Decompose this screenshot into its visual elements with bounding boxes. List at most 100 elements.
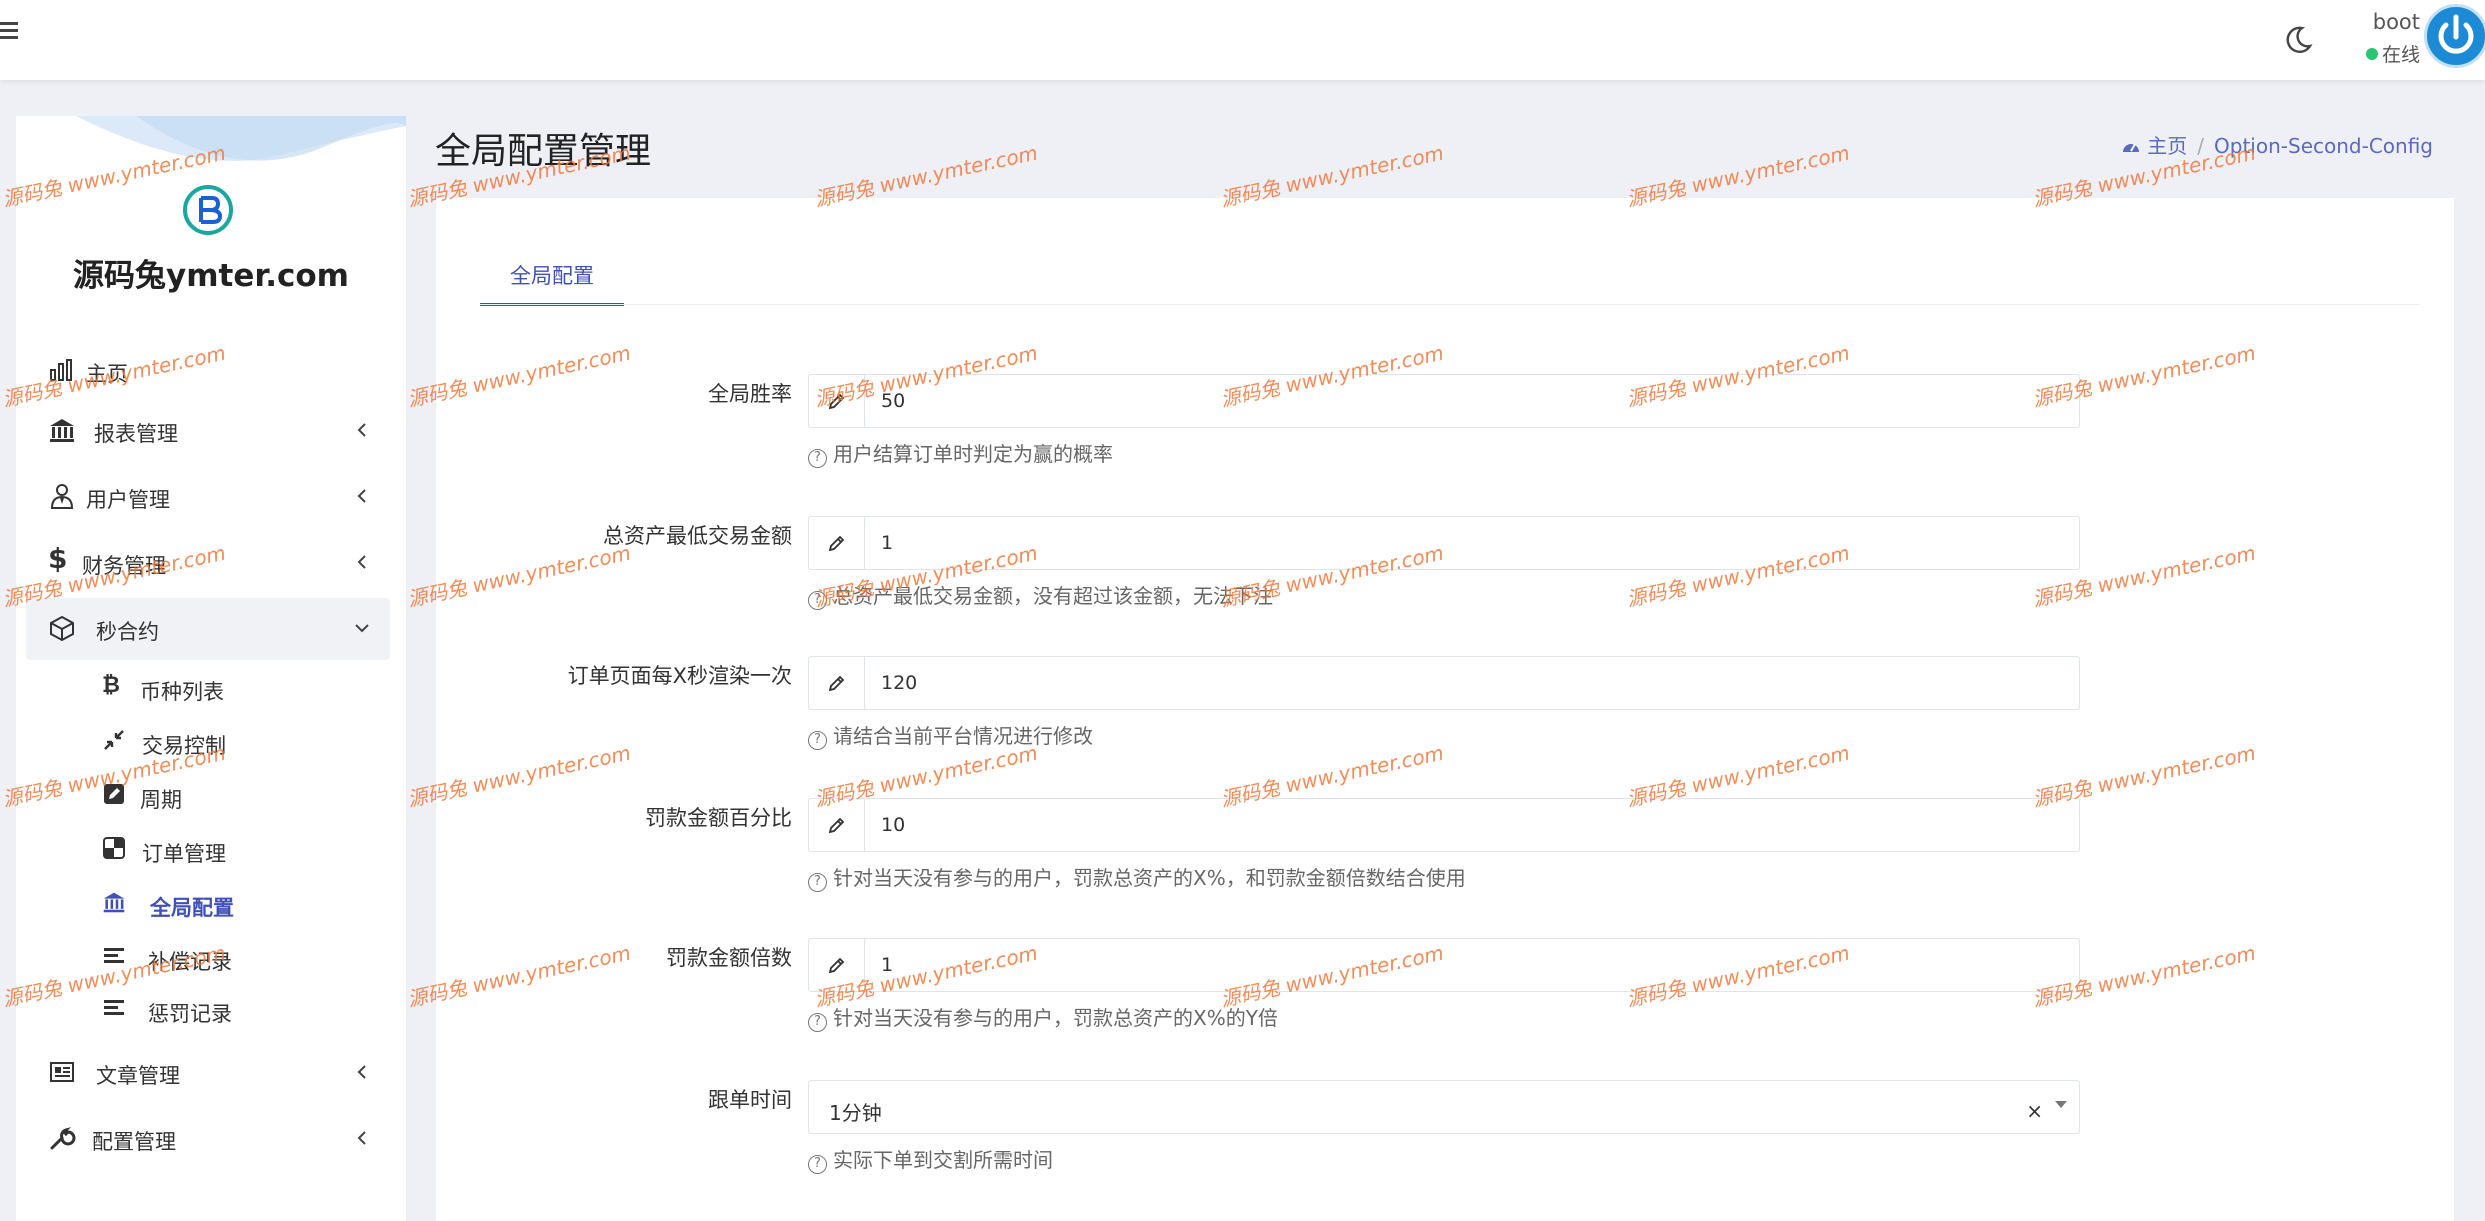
avatar[interactable] — [2424, 4, 2485, 68]
sidebar-item-label: 财务管理 — [82, 554, 166, 578]
field-label-follow-time: 跟单时间 — [708, 1088, 792, 1112]
sidebar-subitem-trade-control[interactable]: 交易控制 — [26, 716, 390, 766]
wrench-icon — [50, 1127, 76, 1150]
help-text-content: 请结合当前平台情况进行修改 — [833, 724, 1093, 748]
chevron-left-icon — [357, 555, 366, 569]
sidebar-item-label: 秒合约 — [96, 620, 159, 644]
win-rate-input[interactable]: 50 — [808, 374, 2080, 428]
render-interval-input[interactable]: 120 — [808, 656, 2080, 710]
tab-divider — [480, 304, 2420, 305]
field-label-min-trade-amount: 总资产最低交易金额 — [603, 524, 792, 548]
field-label-penalty-percent: 罚款金额百分比 — [645, 806, 792, 830]
penalty-multiplier-input[interactable]: 1 — [808, 938, 2080, 992]
user-menu[interactable]: boot 在线 — [2340, 10, 2420, 70]
sidebar-item-finance[interactable]: $ 财务管理 — [26, 532, 390, 592]
sidebar-item-label: 配置管理 — [92, 1130, 176, 1154]
sidebar-subitem-period[interactable]: 周期 — [26, 770, 390, 820]
help-text-content: 针对当天没有参与的用户，罚款总资产的X%的Y倍 — [833, 1006, 1278, 1030]
sidebar-subitem-order-management[interactable]: 订单管理 — [26, 824, 390, 874]
sidebar-item-second-contract[interactable]: 秒合约 — [26, 598, 390, 660]
sidebar-subitem-coin-list[interactable]: ₿ 币种列表 — [26, 662, 390, 712]
question-circle-icon: ? — [808, 873, 827, 892]
bitcoin-icon: ₿ — [102, 673, 120, 698]
field-label-render-interval: 订单页面每X秒渲染一次 — [567, 664, 792, 688]
sidebar-item-articles[interactable]: 文章管理 — [26, 1042, 390, 1102]
dashboard-gauge-icon — [2122, 143, 2139, 152]
checkered-icon — [103, 837, 125, 859]
penalty-percent-input[interactable]: 10 — [808, 798, 2080, 852]
input-value: 10 — [881, 814, 906, 836]
breadcrumb-home-link[interactable]: 主页 — [2147, 134, 2187, 158]
align-left-icon — [104, 948, 124, 963]
dollar-icon: $ — [48, 542, 68, 575]
config-card: 全局配置 全局胜率 50 ? 用户结算订单时判定为赢的概率 总资产最低交易金额 1… — [436, 198, 2454, 1221]
sidebar-subitem-penalty-records[interactable]: 惩罚记录 — [26, 984, 390, 1034]
sidebar-subitem-compensation-records[interactable]: 补偿记录 — [26, 932, 390, 982]
pencil-icon — [809, 657, 865, 709]
help-text-content: 用户结算订单时判定为赢的概率 — [833, 442, 1113, 466]
help-text: ? 针对当天没有参与的用户，罚款总资产的X%，和罚款金额倍数结合使用 — [808, 862, 1466, 892]
sidebar-item-reports[interactable]: 报表管理 — [26, 400, 390, 460]
dropdown-caret-icon[interactable] — [2055, 1101, 2067, 1108]
help-text-content: 针对当天没有参与的用户，罚款总资产的X%，和罚款金额倍数结合使用 — [833, 866, 1466, 890]
chevron-left-icon — [357, 489, 366, 503]
pencil-icon — [809, 799, 865, 851]
question-circle-icon: ? — [808, 591, 827, 610]
input-value: 120 — [881, 672, 918, 694]
sidebar-item-config[interactable]: 配置管理 — [26, 1108, 390, 1168]
sidebar-subitem-label: 惩罚记录 — [148, 1002, 232, 1026]
cube-icon — [50, 615, 74, 642]
help-text-content: 总资产最低交易金额，没有超过该金额，无法下注 — [833, 584, 1273, 608]
clear-selection-icon[interactable]: × — [2026, 1099, 2043, 1123]
hamburger-menu-icon[interactable] — [0, 22, 18, 40]
edit-square-icon — [104, 784, 124, 804]
pencil-icon — [809, 375, 865, 427]
user-status-text: 在线 — [2381, 44, 2420, 66]
input-value: 1 — [881, 532, 894, 554]
input-value: 50 — [881, 390, 906, 412]
online-dot-icon — [2365, 48, 2378, 60]
chevron-left-icon — [357, 1065, 366, 1079]
follow-time-select[interactable]: 1分钟 × — [808, 1080, 2080, 1134]
dark-mode-moon-icon[interactable] — [2282, 24, 2314, 56]
help-text: ? 总资产最低交易金额，没有超过该金额，无法下注 — [808, 580, 1273, 610]
field-label-penalty-multiplier: 罚款金额倍数 — [666, 946, 792, 970]
tab-label: 全局配置 — [510, 264, 594, 288]
sidebar-subitem-label: 订单管理 — [142, 842, 226, 866]
sidebar-item-label: 文章管理 — [96, 1064, 180, 1088]
breadcrumb-separator: / — [2197, 134, 2205, 158]
brand-logo-icon — [182, 184, 234, 236]
chevron-left-icon — [357, 1131, 366, 1145]
select-value: 1分钟 — [829, 1101, 882, 1125]
sidebar-item-users[interactable]: 用户管理 — [26, 466, 390, 526]
bar-chart-icon — [50, 359, 72, 381]
user-name: boot — [2372, 10, 2420, 34]
newspaper-icon — [50, 1062, 74, 1082]
brand-name: 源码兔ymter.com — [73, 258, 349, 294]
field-label-win-rate: 全局胜率 — [708, 382, 792, 406]
top-navbar: boot 在线 — [0, 0, 2485, 80]
input-value: 1 — [881, 954, 894, 976]
user-status: 在线 — [2365, 40, 2420, 67]
bank-icon — [103, 892, 125, 913]
sidebar-subitem-label: 全局配置 — [150, 896, 234, 920]
question-circle-icon: ? — [808, 449, 827, 468]
sidebar-item-label: 用户管理 — [86, 488, 170, 512]
sidebar-subitem-global-config[interactable]: 全局配置 — [26, 878, 390, 928]
sidebar-item-home[interactable]: 主页 — [26, 340, 390, 400]
pencil-icon — [809, 939, 865, 991]
compress-icon — [104, 730, 124, 750]
align-left-icon — [104, 1000, 124, 1015]
sidebar-subitem-label: 币种列表 — [140, 680, 224, 704]
help-text: ? 针对当天没有参与的用户，罚款总资产的X%的Y倍 — [808, 1002, 1278, 1032]
sidebar-subitem-label: 补偿记录 — [148, 950, 232, 974]
chevron-left-icon — [357, 423, 366, 437]
sidebar-subitem-label: 周期 — [140, 788, 182, 812]
sidebar: 源码兔ymter.com 主页 报表管理 用户管理 $ 财务管理 秒合约 ₿ 币… — [16, 116, 406, 1221]
tab-global-config[interactable]: 全局配置 — [480, 242, 624, 306]
pencil-icon — [809, 517, 865, 569]
help-text-content: 实际下单到交割所需时间 — [833, 1148, 1053, 1172]
min-trade-amount-input[interactable]: 1 — [808, 516, 2080, 570]
sidebar-subitem-label: 交易控制 — [142, 734, 226, 758]
sidebar-item-label: 报表管理 — [94, 422, 178, 446]
